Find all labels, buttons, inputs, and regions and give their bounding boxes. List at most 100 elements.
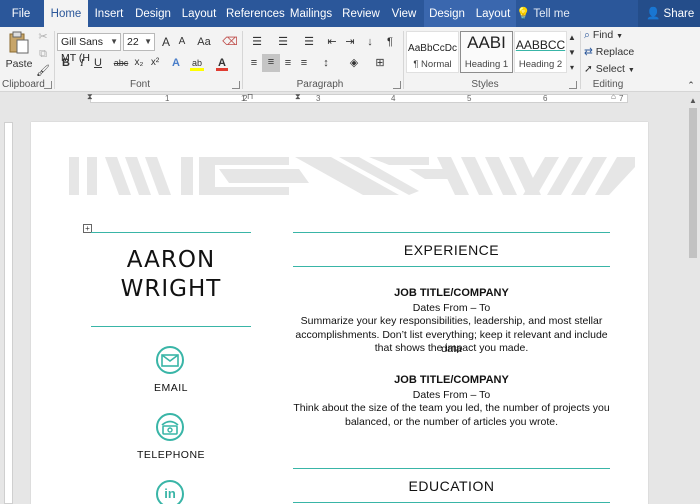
select-label: Select	[595, 63, 625, 75]
job-dates: Dates From – To	[412, 302, 491, 314]
font-name-combo[interactable]: Gill Sans MT (H ▼	[57, 33, 121, 64]
document-page[interactable]: + AARON WRIGHT EMAIL TELEPHONE in EXPERI…	[31, 122, 648, 504]
tell-me-box[interactable]: 💡 Tell me	[516, 0, 570, 27]
job-dates: Dates From – To	[412, 389, 491, 401]
bullets-icon[interactable]: ☰	[246, 34, 268, 50]
separator	[580, 31, 581, 89]
paste-label: Paste	[5, 58, 33, 70]
vertical-scrollbar[interactable]: ▲	[686, 92, 700, 504]
shading-icon[interactable]: ◈	[344, 55, 364, 71]
increase-indent-icon[interactable]: ⇥	[342, 34, 358, 50]
subscript-button[interactable]: x₂	[131, 55, 147, 71]
paragraph-launcher[interactable]	[393, 81, 401, 89]
grow-font-button[interactable]: A	[158, 34, 174, 50]
font-color-button[interactable]: A	[214, 55, 230, 71]
style-sample: AABI	[467, 33, 506, 52]
show-marks-button[interactable]: ¶	[382, 34, 398, 50]
tab-insert[interactable]: Insert	[90, 0, 128, 27]
separator	[403, 31, 404, 89]
multilevel-list-icon[interactable]: ☰	[298, 34, 320, 50]
tab-review[interactable]: Review	[340, 0, 382, 27]
tab-references[interactable]: References	[226, 0, 285, 27]
ruler-number: 1	[165, 94, 170, 103]
left-indent-marker-icon[interactable]: ⧗	[87, 92, 93, 102]
style-heading-2[interactable]: AABBCC Heading 2	[514, 31, 567, 73]
vertical-ruler[interactable]	[4, 122, 13, 504]
tab-table-layout[interactable]: Layout	[470, 0, 516, 27]
find-button[interactable]: ⌕ Find ▼	[584, 29, 644, 42]
style-heading-1[interactable]: AABI Heading 1	[460, 31, 513, 73]
line-spacing-icon[interactable]: ↕	[316, 55, 336, 71]
ruler-number: 7	[619, 94, 624, 103]
horizontal-ruler[interactable]: 1 1 2 3 4 5 6 7 ⧗ ⊓ ⧗ ⌂	[0, 92, 686, 105]
underline-button[interactable]: U	[90, 55, 106, 71]
share-label: Share	[663, 8, 695, 20]
job-description-line: Think about the size of the team you led…	[293, 402, 610, 414]
styles-more-icon[interactable]: ▾	[567, 60, 577, 76]
tab-view[interactable]: View	[386, 0, 422, 27]
ruler-number: 5	[467, 94, 472, 103]
align-center-icon[interactable]: ≡	[262, 54, 280, 72]
paste-button[interactable]: Paste	[4, 31, 34, 75]
justify-icon[interactable]: ≡	[296, 55, 312, 71]
tab-file[interactable]: File	[0, 0, 42, 27]
linkedin-icon: in	[164, 486, 176, 501]
style-normal[interactable]: AaBbCcDc ¶ Normal	[406, 31, 459, 73]
search-icon: ⌕	[584, 29, 590, 41]
tab-layout[interactable]: Layout	[178, 0, 220, 27]
change-case-button[interactable]: Aa	[193, 34, 215, 50]
font-launcher[interactable]	[232, 81, 240, 89]
replace-label: Replace	[595, 46, 635, 58]
styles-launcher[interactable]	[569, 81, 577, 89]
align-right-icon[interactable]: ≡	[280, 55, 296, 71]
styles-scroll-up-icon[interactable]: ▲	[567, 30, 577, 46]
highlight-button[interactable]: ab	[188, 55, 206, 71]
highlighter-icon: ab	[191, 58, 202, 68]
share-button[interactable]: 👤 Share	[638, 0, 700, 27]
sort-icon[interactable]: ↓	[362, 34, 378, 50]
name-first: AARON	[126, 247, 216, 273]
text-effects-button[interactable]: A	[168, 55, 184, 71]
scroll-thumb[interactable]	[689, 108, 697, 258]
divider-line	[293, 232, 610, 233]
collapse-ribbon-icon[interactable]: ⌃	[683, 77, 699, 93]
clipboard-group-label: Clipboard	[2, 79, 45, 90]
education-heading: EDUCATION	[408, 478, 495, 494]
paragraph-group-label: Paragraph	[296, 79, 344, 90]
linkedin-icon-circle: in	[156, 480, 184, 504]
font-size-combo[interactable]: 22 ▼	[123, 33, 155, 51]
strikethrough-button[interactable]: abc	[112, 55, 130, 71]
select-button[interactable]: ➚ Select ▼	[584, 63, 644, 75]
decrease-indent-icon[interactable]: ⇤	[324, 34, 340, 50]
align-left-icon[interactable]: ≡	[246, 55, 262, 71]
clipboard-launcher[interactable]	[44, 81, 52, 89]
style-sample: AABBCC	[515, 38, 566, 52]
separator	[54, 31, 55, 89]
tab-design[interactable]: Design	[132, 0, 174, 27]
format-painter-icon[interactable]: 🖌	[35, 63, 51, 79]
shrink-font-button[interactable]: A	[174, 34, 190, 50]
copy-icon[interactable]: ⧉	[35, 46, 51, 62]
bold-button[interactable]: B	[58, 55, 74, 71]
right-indent-marker-icon[interactable]: ⌂	[611, 92, 616, 101]
tab-mailings[interactable]: Mailings	[288, 0, 334, 27]
italic-button[interactable]: I	[74, 55, 90, 71]
cursor-icon: ➚	[584, 63, 593, 75]
font-size-value: 22	[127, 36, 139, 48]
borders-icon[interactable]: ⊞	[370, 55, 390, 71]
chevron-down-icon: ▼	[110, 37, 118, 46]
tab-table-design[interactable]: Design	[424, 0, 470, 27]
replace-button[interactable]: ⇄ Replace	[584, 46, 644, 58]
clear-formatting-icon[interactable]: ⌫	[222, 34, 238, 50]
indent-marker-icon[interactable]: ⧗	[295, 92, 301, 102]
chevron-down-icon: ▼	[616, 33, 624, 40]
superscript-button[interactable]: x²	[147, 55, 163, 71]
styles-scroll-down-icon[interactable]: ▼	[567, 45, 577, 61]
cut-icon[interactable]: ✂	[35, 29, 51, 45]
column-marker-icon[interactable]: ⊓	[247, 92, 253, 101]
scroll-up-icon[interactable]: ▲	[689, 96, 697, 105]
tab-home[interactable]: Home	[44, 0, 88, 27]
numbering-icon[interactable]: ☰	[272, 34, 294, 50]
divider-line	[293, 266, 610, 267]
header-banner-graphic	[69, 157, 635, 195]
